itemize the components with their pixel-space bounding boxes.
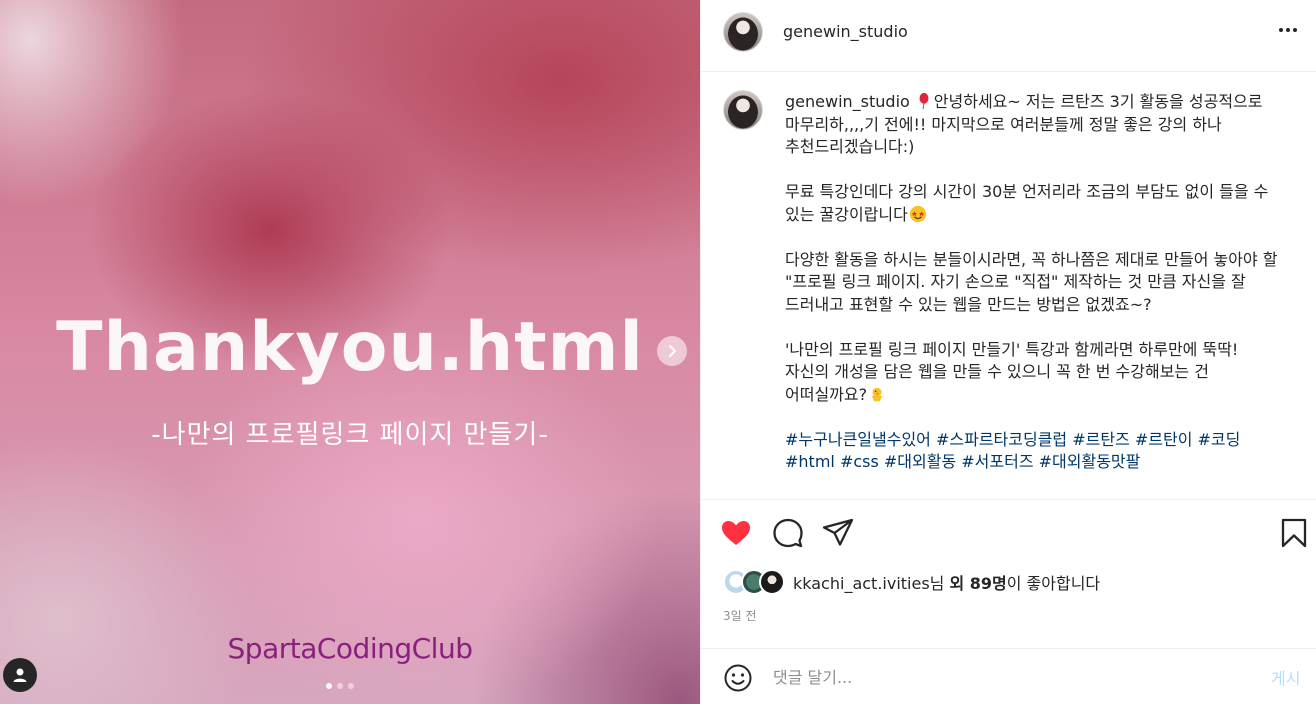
like-button[interactable] [719,516,753,550]
bookmark-icon [1281,518,1307,548]
heart-filled-icon [722,521,750,545]
send-icon [822,518,854,546]
comment-bar: 게시 [701,648,1316,704]
caption-paragraph-4: '나만의 프로필 링크 페이지 만들기' 특강과 함께라면 하루만에 뚝딱! 자… [785,339,1244,404]
avatar[interactable] [723,90,763,130]
caption-area: genewin_studio 안녕하세요~ 저는 르탄즈 3기 활동을 성공적으로… [701,73,1316,500]
comment-button[interactable] [771,516,805,550]
slide-dot-active [326,683,332,689]
avatar[interactable] [723,12,763,52]
caption-paragraph-3: 다양한 활동을 하시는 분들이시라면, 꼭 하나쯤은 제대로 만들어 놓아야 할… [785,249,1283,314]
comment-icon [773,518,803,548]
caption-hashtags[interactable]: #누구나큰일낼수있어 #스파르타코딩클럽 #르탄즈 #르탄이 #코딩 #html… [785,430,1245,472]
media-subline: -나만의 프로필링크 페이지 만들기- [151,420,549,450]
slide-dot [348,683,354,689]
next-slide-button[interactable] [657,336,687,366]
share-button[interactable] [821,516,855,550]
post-author-username[interactable]: genewin_studio [783,22,908,41]
likes-summary[interactable]: kkachi_act.ivities님 외 89명이 좋아합니다 [723,567,1100,597]
liker-username[interactable]: kkachi_act.ivities [793,574,930,593]
caption-text: genewin_studio 안녕하세요~ 저는 르탄즈 3기 활동을 성공적으로… [785,91,1285,474]
likes-suffix: 님 [929,574,950,593]
likes-suffix: 이 좋아합니다 [1006,574,1101,593]
smile-icon[interactable] [723,663,753,693]
slide-indicator [326,683,354,689]
post-panel: genewin_studio genewin_studio 안녕하세요~ 저는 르… [700,0,1316,704]
caption-paragraph-2: 무료 특강인데다 강의 시간이 30분 언저리라 조금의 부담도 없이 들을 수… [785,182,1274,224]
chevron-right-icon [669,345,676,357]
star-eyes-emoji-icon [909,205,926,222]
likes-text: kkachi_act.ivities님 외 89명이 좋아합니다 [793,570,1100,594]
more-horizontal-icon[interactable] [1279,28,1297,32]
post-media[interactable]: Thankyou.html -나만의 프로필링크 페이지 만들기- Sparta… [0,0,700,704]
post-timestamp[interactable]: 3일 전 [723,607,757,624]
tagged-users-button[interactable] [3,658,37,692]
slide-dot [337,683,343,689]
save-button[interactable] [1277,516,1311,550]
user-icon [13,668,27,682]
likes-others-count[interactable]: 외 89명 [949,574,1006,593]
post-header: genewin_studio [701,0,1316,72]
caption-username[interactable]: genewin_studio [785,92,910,111]
post-comment-button[interactable]: 게시 [1271,665,1300,689]
chick-emoji-icon [871,387,883,401]
liker-avatar [759,569,785,595]
balloon-emoji-icon [919,92,929,110]
media-headline: Thankyou.html [56,308,644,387]
comment-input[interactable] [773,665,1233,689]
action-bar [701,506,1316,558]
media-brand: SpartaCodingClub [227,632,473,665]
